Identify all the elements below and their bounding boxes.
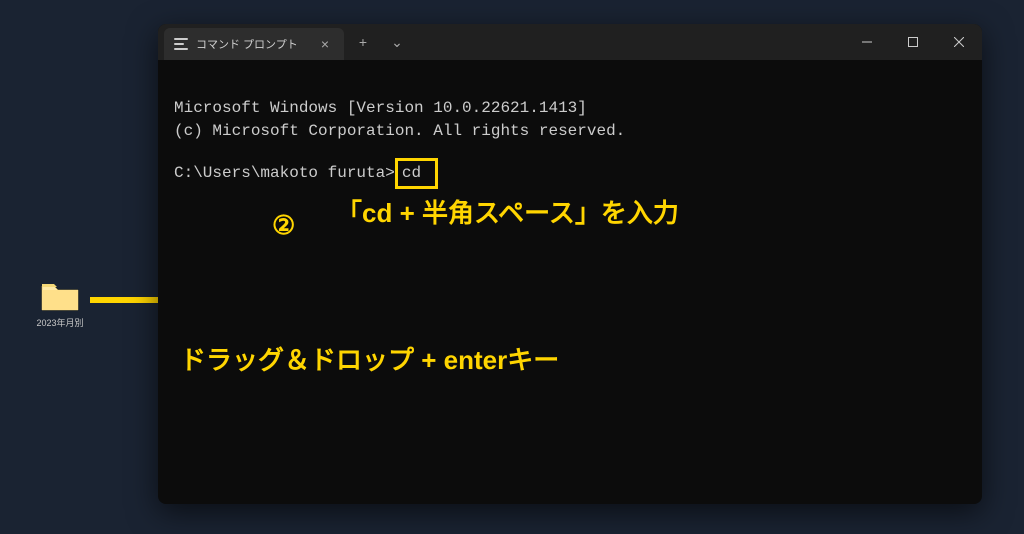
banner-line-1: Microsoft Windows [Version 10.0.22621.14…: [174, 99, 587, 117]
maximize-button[interactable]: [890, 24, 936, 60]
desktop-folder[interactable]: 2023年月別: [30, 280, 90, 329]
titlebar[interactable]: コマンド プロンプト × + ⌄: [158, 24, 982, 60]
command-highlight: cd: [395, 158, 438, 189]
folder-label: 2023年月別: [30, 316, 90, 329]
terminal-tab[interactable]: コマンド プロンプト ×: [164, 28, 344, 60]
minimize-icon: [862, 37, 872, 47]
close-icon: [954, 37, 964, 47]
tab-title: コマンド プロンプト: [196, 36, 308, 52]
minimize-button[interactable]: [844, 24, 890, 60]
tab-dropdown-button[interactable]: ⌄: [382, 34, 412, 51]
banner-line-2: (c) Microsoft Corporation. All rights re…: [174, 122, 625, 140]
annotation-cd-instruction: 「cd + 半角スペース」を入力: [336, 193, 679, 230]
folder-icon: [40, 280, 80, 312]
prompt: C:\Users\makoto furuta>: [174, 164, 395, 182]
window-controls: [844, 24, 982, 60]
maximize-icon: [908, 37, 918, 47]
cmd-icon: [174, 38, 188, 50]
new-tab-button[interactable]: +: [348, 34, 378, 50]
close-button[interactable]: [936, 24, 982, 60]
annotation-drag-instruction: ドラッグ＆ドロップ + enterキー: [180, 340, 559, 377]
step-number: ②: [272, 210, 295, 241]
terminal-window: コマンド プロンプト × + ⌄ Microsoft Windows [Vers…: [158, 24, 982, 504]
tab-close-button[interactable]: ×: [316, 36, 334, 52]
